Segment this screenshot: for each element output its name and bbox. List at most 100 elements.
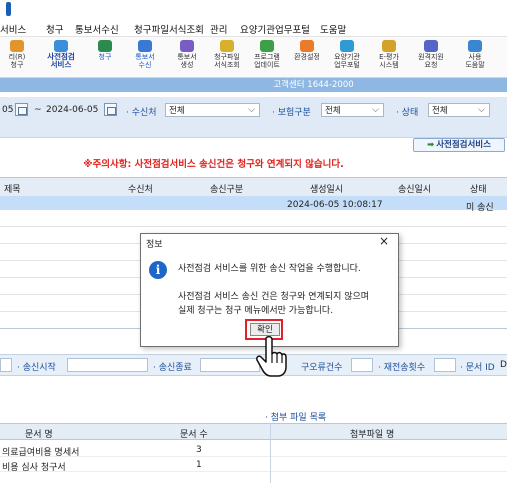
col-title[interactable]: 제목 [4, 182, 21, 195]
menu-service[interactable]: 서비스 [0, 22, 26, 36]
toolbar-button-check-service[interactable]: 사전점검 서비스 [44, 38, 78, 76]
toolbar-button-claim[interactable]: 청구 [88, 38, 122, 76]
toolbar-label: 리(R) 청구 [8, 53, 26, 69]
recipient-value: 전체 [169, 106, 185, 116]
toolbar-button-receive[interactable]: 통보서 수신 [128, 38, 162, 76]
toolbar: 리(R) 청구 사전점검 서비스 청구 통보서 수신 통보서 생성 청구파일 서식조회 프로… [0, 37, 507, 78]
filter-panel: 05 ~ 2024-06-05 · 수신처 전체 · 보험구분 전체 · 상태 … [0, 97, 507, 138]
col-doc-count[interactable]: 문서 수 [180, 427, 208, 440]
menu-help[interactable]: 도움말 [320, 22, 346, 36]
callcenter-banner: 고객센터 1644-2000 [0, 78, 507, 92]
grid-header: 제목 수신처 송신구분 생성일시 송신일시 상태 [0, 177, 507, 197]
recipient-select[interactable]: 전체 [165, 103, 260, 117]
toolbar-label: E-평가 시스템 [379, 53, 399, 69]
dialog-title: 정보 [146, 240, 163, 250]
row-created: 2024-06-05 10:08:17 [287, 200, 383, 210]
calendar-to-icon[interactable] [104, 103, 117, 116]
date-to-field[interactable]: 2024-06-05 [46, 105, 98, 115]
dialog-message-2: 사전점검 서비스 송신 건은 청구와 연계되지 않으며 [178, 292, 370, 302]
toolbar-label: 원격지원 요청 [418, 53, 444, 69]
toolbar-label: 프로그램 업데이트 [254, 53, 280, 69]
toolbar-label: 청구 [98, 53, 112, 61]
resend-count-field[interactable] [434, 358, 456, 372]
toolbar-label: 사용 도움말 [465, 53, 485, 69]
send-start-field[interactable] [67, 358, 148, 372]
file-search-icon [220, 40, 234, 52]
insurance-select[interactable]: 전체 [321, 103, 384, 117]
error-count-field[interactable] [351, 358, 373, 372]
status-label: · 상태 [396, 108, 419, 118]
toolbar-label: 통보서 생성 [177, 53, 197, 69]
send-start-label: · 송신시작 [17, 363, 56, 373]
dialog-message-1: 사전점검 서비스를 위한 송신 작업을 수행합니다. [178, 264, 361, 274]
toolbar-button-help[interactable]: 사용 도움말 [458, 38, 492, 76]
list-item[interactable]: 비용 심사 청구서 1 [0, 457, 507, 473]
toolbar-label: 청구파일 서식조회 [214, 53, 240, 69]
toolbar-label: 환경설정 [294, 53, 320, 61]
col-sent[interactable]: 송신일시 [398, 182, 431, 195]
menu-bar: 서비스 청구 통보서수신 청구파일서식조회 관리 요양기관업무포털 도움말 [0, 20, 507, 37]
col-doc-name[interactable]: 문서 명 [25, 427, 53, 440]
doc-count: 1 [196, 460, 202, 470]
check-service-button[interactable]: ➡ 사전점검서비스 [413, 138, 505, 152]
menu-manage[interactable]: 관리 [210, 22, 227, 36]
toolbar-button-file-search[interactable]: 청구파일 서식조회 [210, 38, 244, 76]
table-row[interactable]: 2024-06-05 10:08:17 미 송신 [0, 196, 507, 213]
date-from-field[interactable]: 05 [2, 105, 13, 115]
dialog-message-3: 실제 청구는 청구 메뉴에서만 가능합니다. [178, 306, 334, 316]
menu-portal[interactable]: 요양기관업무포털 [240, 22, 310, 36]
close-icon[interactable]: × [377, 234, 391, 248]
row-status: 미 송신 [466, 203, 494, 213]
doc-id-label: · 문서 ID [460, 363, 495, 373]
status-select[interactable]: 전체 [428, 103, 490, 117]
toolbar-button-health[interactable]: 리(R) 청구 [0, 38, 34, 76]
info-box-left[interactable] [0, 358, 12, 372]
col-attach-name[interactable]: 첨부파일 명 [350, 427, 394, 440]
toolbar-button-create[interactable]: 통보서 생성 [170, 38, 204, 76]
help-icon [468, 40, 482, 52]
resend-count-label: · 재전송횟수 [378, 363, 426, 373]
menu-file-lookup[interactable]: 청구파일서식조회 [134, 22, 204, 36]
title-bar [0, 0, 507, 21]
list-item[interactable]: 의료급여비용 명세서 3 [0, 442, 507, 458]
app-icon [6, 2, 11, 16]
toolbar-button-update[interactable]: 프로그램 업데이트 [250, 38, 284, 76]
toolbar-label: 사전점검 서비스 [47, 52, 75, 69]
toolbar-label: 요양기관 업무포털 [334, 53, 360, 69]
arrow-right-icon: ➡ [427, 140, 435, 150]
toolbar-button-portal[interactable]: 요양기관 업무포털 [330, 38, 364, 76]
bottom-divider [270, 423, 271, 483]
attach-list-title: · 첨부 파일 목록 [265, 413, 327, 423]
doc-id-value: D [500, 360, 507, 370]
doc-count: 3 [196, 445, 202, 455]
receive-icon [138, 40, 152, 52]
notice-text: ※주의사항: 사전점검서비스 송신건은 청구와 연계되지 않습니다. [83, 159, 344, 170]
calendar-from-icon[interactable] [15, 103, 28, 116]
hand-cursor-icon [256, 336, 287, 377]
doc-name: 비용 심사 청구서 [2, 463, 66, 473]
send-end-field[interactable] [200, 358, 260, 372]
claim-icon [98, 40, 112, 52]
check-service-label: 사전점검서비스 [436, 140, 491, 150]
send-end-label: · 송신종료 [153, 363, 192, 373]
toolbar-button-settings[interactable]: 환경설정 [290, 38, 324, 76]
toolbar-button-remote-support[interactable]: 원격지원 요청 [414, 38, 448, 76]
remote-support-icon [424, 40, 438, 52]
date-separator: ~ [34, 105, 42, 115]
menu-claim[interactable]: 청구 [46, 22, 63, 36]
create-icon [180, 40, 194, 52]
check-service-icon [54, 40, 68, 52]
status-value: 전체 [432, 106, 448, 116]
col-status[interactable]: 상태 [470, 182, 487, 195]
toolbar-button-evaluation[interactable]: E-평가 시스템 [372, 38, 406, 76]
col-recipient[interactable]: 수신처 [128, 182, 153, 195]
info-row: · 송신시작 · 송신종료 구오류건수 · 재전송횟수 · 문서 ID D [0, 354, 507, 376]
insurance-value: 전체 [325, 106, 341, 116]
recipient-label: · 수신처 [126, 108, 157, 118]
col-created[interactable]: 생성일시 [310, 182, 343, 195]
col-send-type[interactable]: 송신구분 [210, 182, 243, 195]
settings-icon [300, 40, 314, 52]
health-icon [10, 40, 24, 52]
doc-grid-header: 문서 명 문서 수 첨부파일 명 [0, 423, 507, 440]
menu-notice-receive[interactable]: 통보서수신 [75, 22, 119, 36]
